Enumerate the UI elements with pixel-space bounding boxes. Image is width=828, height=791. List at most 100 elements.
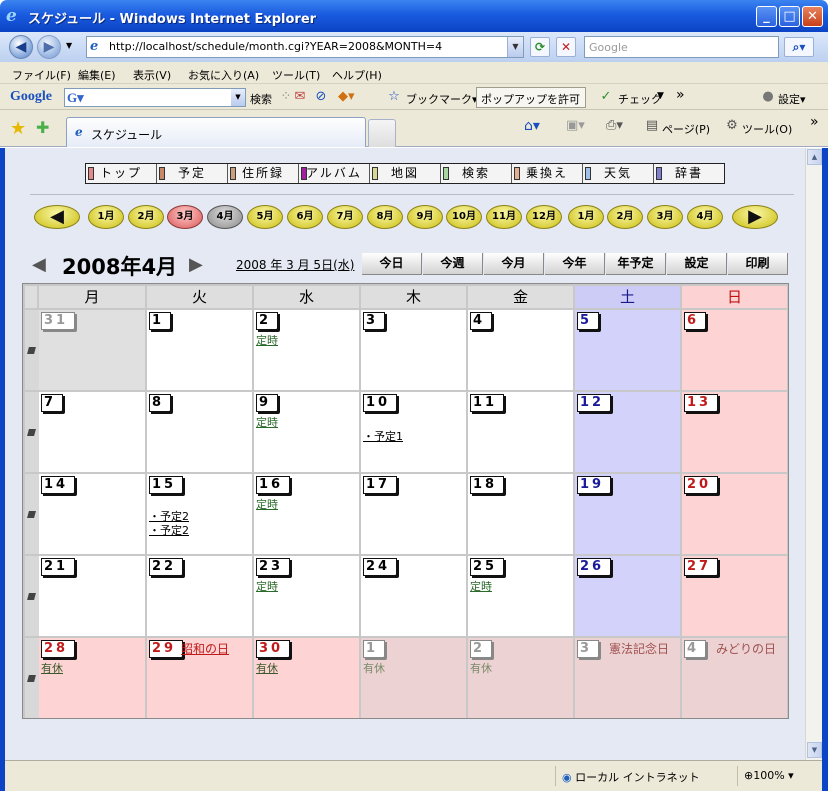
day-number[interactable]: 30 <box>256 640 291 658</box>
day-number[interactable]: 18 <box>470 476 505 494</box>
day-number[interactable]: 25 <box>470 558 505 576</box>
day-number[interactable]: 26 <box>577 558 612 576</box>
day-number[interactable]: 3 <box>363 312 386 330</box>
event-link[interactable]: 定時 <box>256 578 278 594</box>
day-number[interactable]: 6 <box>684 312 707 330</box>
check-button[interactable]: チェック <box>618 91 662 107</box>
compass-icon[interactable]: ⊘ <box>313 89 329 105</box>
month-button[interactable]: 2月 <box>607 205 643 229</box>
day-number[interactable]: 27 <box>684 558 719 576</box>
day-cell[interactable]: 22 <box>147 556 252 636</box>
day-cell[interactable]: 21 <box>39 556 145 636</box>
cmd-overflow-icon[interactable]: » <box>810 114 819 130</box>
news-icon[interactable]: ✉ <box>292 89 308 105</box>
forward-button[interactable]: ▶ <box>37 35 61 59</box>
month-button[interactable]: 12月 <box>526 205 562 229</box>
day-cell[interactable]: 7 <box>39 392 145 472</box>
week-row-handle[interactable] <box>25 474 39 554</box>
day-number[interactable]: 28 <box>41 640 76 658</box>
scroll-up-icon[interactable]: ▲ <box>807 149 822 165</box>
day-cell[interactable]: 8 <box>147 392 252 472</box>
day-number[interactable]: 10 <box>363 394 398 412</box>
day-cell[interactable]: 3 <box>361 310 466 390</box>
day-cell[interactable]: 31 <box>39 310 145 390</box>
prev-month-arrow-icon[interactable]: ◀ <box>32 254 46 275</box>
week-row-handle[interactable] <box>25 638 39 718</box>
settings-menu[interactable]: 設定▾ <box>778 91 806 107</box>
google-dropdown-icon[interactable]: ▼ <box>231 89 245 106</box>
bookmark-menu[interactable]: ブックマーク▾ <box>406 91 478 107</box>
month-button[interactable]: 4月 <box>687 205 723 229</box>
maximize-button[interactable]: □ <box>779 6 800 27</box>
day-number[interactable]: 14 <box>41 476 76 494</box>
day-number[interactable]: 15 <box>149 476 184 494</box>
day-number[interactable]: 17 <box>363 476 398 494</box>
next-month-arrow-icon[interactable]: ▶ <box>189 254 203 275</box>
site-nav-item[interactable]: 辞書 <box>654 164 724 183</box>
site-nav-item[interactable]: 天気 <box>583 164 654 183</box>
day-cell[interactable]: 29 昭和の日 <box>147 638 252 718</box>
day-number[interactable]: 24 <box>363 558 398 576</box>
day-number[interactable]: 9 <box>256 394 279 412</box>
day-cell[interactable]: 25 定時 <box>468 556 573 636</box>
day-cell[interactable]: 3 憲法記念日 <box>575 638 680 718</box>
day-number[interactable]: 2 <box>470 640 493 658</box>
day-number[interactable]: 4 <box>684 640 707 658</box>
month-button[interactable]: 4月 <box>207 205 243 229</box>
event-link[interactable]: 定時 <box>470 578 492 594</box>
event-link[interactable]: 有休 <box>470 660 492 676</box>
site-nav-item[interactable]: トップ <box>86 164 157 183</box>
month-button[interactable]: 1月 <box>88 205 124 229</box>
tools-menu[interactable]: ツール(O) <box>742 121 792 137</box>
menu-edit[interactable]: 編集(E) <box>78 67 116 83</box>
day-cell[interactable]: 10 ・予定1 <box>361 392 466 472</box>
zoom-control[interactable]: ⊕100% ▾ <box>737 766 817 786</box>
calendar-action-button[interactable]: 今月 <box>484 253 544 275</box>
calendar-action-button[interactable]: 今週 <box>423 253 483 275</box>
day-cell[interactable]: 14 <box>39 474 145 554</box>
day-number[interactable]: 7 <box>41 394 64 412</box>
day-cell[interactable]: 6 <box>682 310 787 390</box>
calendar-action-button[interactable]: 印刷 <box>728 253 788 275</box>
month-button[interactable]: 7月 <box>327 205 363 229</box>
month-button[interactable]: 2月 <box>128 205 164 229</box>
month-button[interactable]: 3月 <box>167 205 203 229</box>
day-cell[interactable]: 2 定時 <box>254 310 359 390</box>
day-cell[interactable]: 9 定時 <box>254 392 359 472</box>
calendar-action-button[interactable]: 設定 <box>667 253 727 275</box>
day-cell[interactable]: 18 <box>468 474 573 554</box>
menu-help[interactable]: ヘルプ(H) <box>332 67 382 83</box>
minimize-button[interactable]: _ <box>756 6 777 27</box>
day-number[interactable]: 5 <box>577 312 600 330</box>
day-cell[interactable]: 4 <box>468 310 573 390</box>
menu-favorites[interactable]: お気に入り(A) <box>188 67 259 83</box>
new-tab-button[interactable] <box>368 119 396 147</box>
day-number[interactable]: 29 <box>149 640 184 658</box>
month-button[interactable]: 5月 <box>247 205 283 229</box>
address-dropdown-icon[interactable]: ▼ <box>507 37 523 57</box>
day-cell[interactable]: 15 ・予定2 ・予定2 <box>147 474 252 554</box>
feeds-icon[interactable]: ▣▾ <box>566 118 585 134</box>
month-button[interactable]: 8月 <box>367 205 403 229</box>
search-input[interactable]: Google <box>584 36 779 58</box>
event-link[interactable]: ・予定2 <box>149 522 189 538</box>
day-cell[interactable]: 19 <box>575 474 680 554</box>
prev-year-arrow-icon[interactable]: ◀ <box>34 205 80 229</box>
popup-allow-button[interactable]: ポップアップを許可 <box>476 87 586 108</box>
day-cell[interactable]: 26 <box>575 556 680 636</box>
menu-file[interactable]: ファイル(F) <box>12 67 71 83</box>
day-number[interactable]: 1 <box>149 312 172 330</box>
vertical-scrollbar[interactable]: ▲ ▼ <box>805 148 822 760</box>
day-cell[interactable]: 12 <box>575 392 680 472</box>
month-button[interactable]: 1月 <box>568 205 604 229</box>
page-menu[interactable]: ページ(P) <box>662 121 710 137</box>
overflow-chevron-icon[interactable]: » <box>676 87 685 103</box>
day-number[interactable]: 1 <box>363 640 386 658</box>
google-search-input[interactable]: G▾ ▼ <box>64 88 246 107</box>
today-date-link[interactable]: 2008 年 3 月 5日(水) <box>236 256 354 273</box>
tab-schedule[interactable]: e スケジュール <box>66 117 366 147</box>
day-number[interactable]: 20 <box>684 476 719 494</box>
day-cell[interactable]: 24 <box>361 556 466 636</box>
day-number[interactable]: 2 <box>256 312 279 330</box>
day-cell[interactable]: 27 <box>682 556 787 636</box>
